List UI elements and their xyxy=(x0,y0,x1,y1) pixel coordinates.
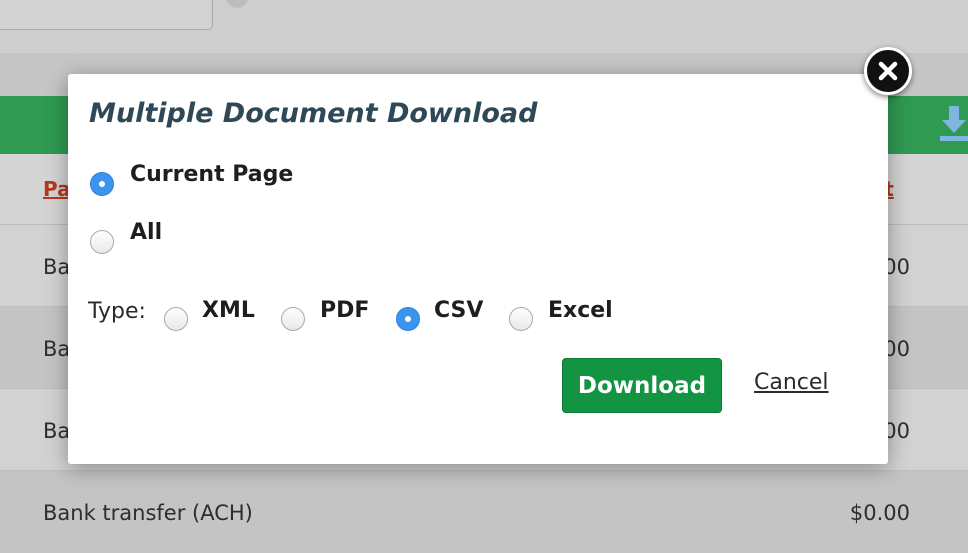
radio-type-xml[interactable] xyxy=(164,307,188,331)
row-label: Ba xyxy=(43,255,71,279)
row-amount: $0.00 xyxy=(849,501,910,525)
row-label: Ba xyxy=(43,419,71,443)
background-search-input xyxy=(0,0,213,30)
radio-label-csv[interactable]: CSV xyxy=(434,298,483,323)
row-label: Bank transfer (ACH) xyxy=(43,501,253,525)
row-label: Ba xyxy=(43,337,71,361)
radio-all[interactable] xyxy=(90,230,114,254)
background-knob xyxy=(226,0,248,8)
radio-type-excel[interactable] xyxy=(509,307,533,331)
background-header-left: Pa xyxy=(43,177,71,201)
radio-label-all[interactable]: All xyxy=(130,220,162,245)
radio-type-pdf[interactable] xyxy=(281,307,305,331)
close-button[interactable] xyxy=(864,47,912,95)
download-modal: Multiple Document Download Current Page … xyxy=(68,74,888,464)
close-icon xyxy=(878,61,898,81)
radio-current-page[interactable] xyxy=(90,172,114,196)
radio-label-excel[interactable]: Excel xyxy=(548,298,613,323)
radio-label-xml[interactable]: XML xyxy=(202,298,255,323)
radio-label-pdf[interactable]: PDF xyxy=(320,298,369,323)
type-label: Type: xyxy=(88,299,146,324)
radio-type-csv[interactable] xyxy=(396,307,420,331)
download-button[interactable]: Download xyxy=(562,358,722,413)
modal-title: Multiple Document Download xyxy=(89,98,538,129)
table-row: Bank transfer (ACH) $0.00 xyxy=(0,470,968,553)
download-icon xyxy=(940,106,968,141)
radio-label-current-page[interactable]: Current Page xyxy=(130,162,293,187)
cancel-link[interactable]: Cancel xyxy=(754,370,829,395)
